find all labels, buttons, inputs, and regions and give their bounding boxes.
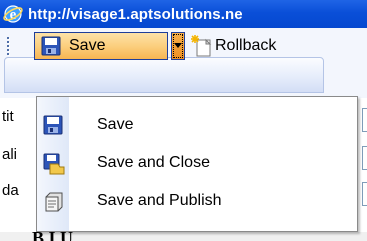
- bold-button-icon[interactable]: B I U: [32, 232, 73, 241]
- toolbar-strip: [4, 57, 324, 93]
- save-button[interactable]: Save: [34, 32, 168, 60]
- floppy-disk-icon: [43, 115, 63, 135]
- menu-item-save-and-close-label: Save and Close: [97, 154, 210, 171]
- toolbar-grip-handle[interactable]: [7, 37, 10, 57]
- menu-item-save-label: Save: [97, 116, 134, 133]
- focus-rectangle: [173, 34, 183, 58]
- save-and-close-icon: [43, 153, 65, 175]
- new-page-sparkle-icon: [191, 35, 212, 57]
- internet-explorer-icon: e: [3, 5, 23, 23]
- alias-input-edge[interactable]: [362, 146, 367, 170]
- menu-item-save-and-publish[interactable]: Save and Publish: [37, 183, 357, 219]
- save-button-label: Save: [69, 37, 106, 54]
- field-label-alias: ali: [2, 146, 18, 163]
- title-input-edge[interactable]: [362, 108, 367, 132]
- rollback-button-label: Rollback: [215, 37, 277, 54]
- menu-item-save[interactable]: Save: [37, 107, 357, 143]
- window-title-bar: e http://visage1.aptsolutions.ne: [0, 0, 367, 28]
- publish-icon: [45, 192, 63, 212]
- date-input-edge[interactable]: [362, 182, 367, 206]
- menu-item-save-and-close[interactable]: Save and Close: [37, 145, 357, 181]
- field-label-title: tit: [2, 108, 14, 125]
- window-title: http://visage1.aptsolutions.ne: [28, 5, 243, 23]
- rollback-button[interactable]: Rollback: [190, 32, 276, 60]
- rich-text-toolbar: B I U: [0, 232, 367, 241]
- field-label-date: da: [2, 182, 19, 199]
- save-dropdown-arrow-button[interactable]: [171, 32, 185, 60]
- floppy-disk-icon: [41, 36, 61, 56]
- menu-item-save-and-publish-label: Save and Publish: [97, 192, 222, 209]
- save-options-menu: Save Save and Close Save and Publish: [36, 96, 358, 232]
